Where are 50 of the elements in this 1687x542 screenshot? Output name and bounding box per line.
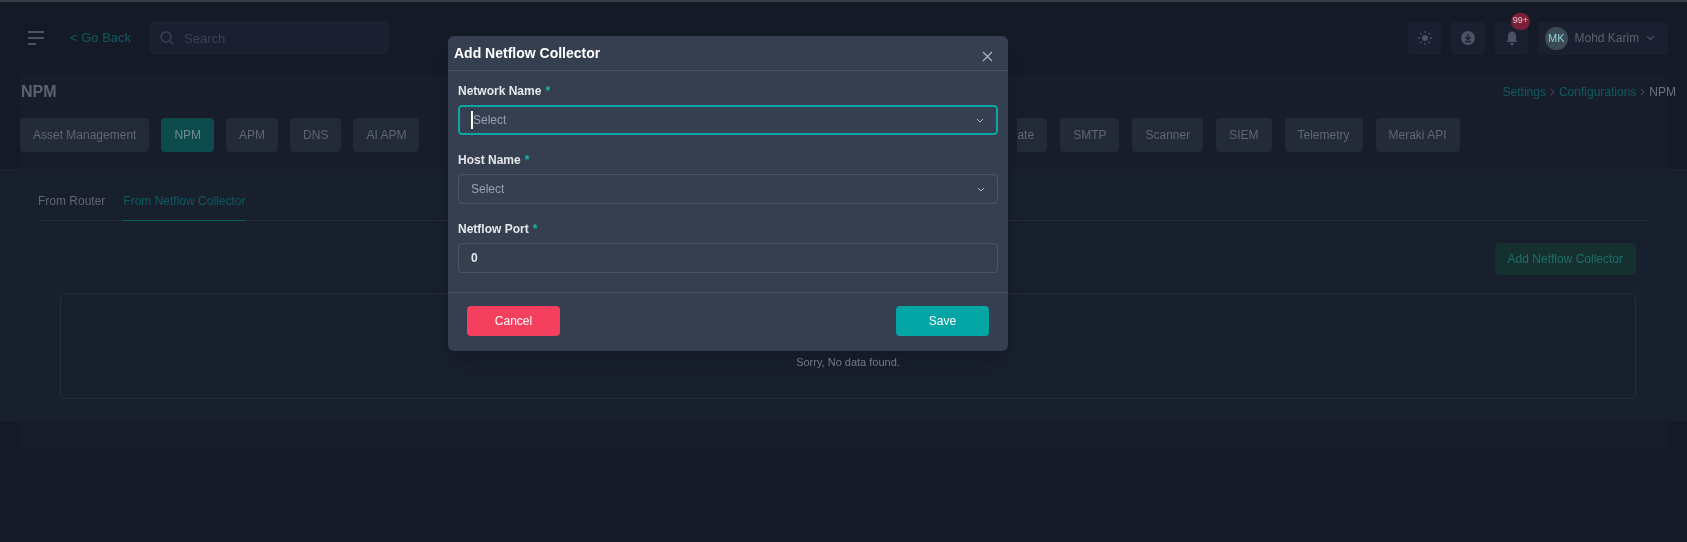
empty-message: Sorry, No data found. xyxy=(796,354,900,370)
notifications-button[interactable] xyxy=(1495,21,1528,55)
settings-tab[interactable]: Asset Management xyxy=(20,118,150,152)
input-field[interactable]: 0 xyxy=(458,243,998,273)
add-collector-button[interactable]: Add Netflow Collector xyxy=(1494,243,1636,275)
save-button[interactable]: Save xyxy=(896,306,989,336)
chevron-right-icon xyxy=(1640,88,1646,96)
search-icon xyxy=(160,31,175,45)
go-back-link[interactable]: < Go Back xyxy=(70,28,132,48)
required-mark: * xyxy=(532,221,538,234)
menu-icon[interactable] xyxy=(28,31,46,45)
select-field[interactable]: Select xyxy=(458,105,998,135)
notification-badge: 99+ xyxy=(1510,12,1530,30)
user-avatar: MK xyxy=(1545,26,1568,50)
download-button[interactable] xyxy=(1451,21,1485,55)
breadcrumb-link[interactable]: Configurations xyxy=(1558,83,1637,101)
settings-tab[interactable]: NPM xyxy=(161,118,215,152)
field-label: Netflow Port xyxy=(458,221,529,234)
breadcrumb-current: NPM xyxy=(1649,84,1676,101)
settings-tab[interactable]: Meraki API xyxy=(1375,118,1460,152)
settings-tab[interactable]: AI APM xyxy=(353,118,420,152)
chevron-down-icon xyxy=(977,186,985,192)
user-menu[interactable]: MK Mohd Karim xyxy=(1538,21,1668,55)
settings-tab[interactable]: Scanner xyxy=(1132,118,1204,152)
cancel-button[interactable]: Cancel xyxy=(467,306,560,336)
source-tab[interactable]: From Router xyxy=(38,192,106,220)
field-label: Host Name xyxy=(458,152,521,165)
close-button[interactable] xyxy=(982,50,994,62)
dialog-title: Add Netflow Collector xyxy=(454,43,601,63)
breadcrumb-link[interactable]: Settings xyxy=(1502,83,1546,101)
chevron-down-icon xyxy=(976,117,984,123)
required-mark: * xyxy=(545,83,551,96)
settings-tab[interactable]: SIEM xyxy=(1216,118,1272,152)
chevron-right-icon xyxy=(1549,88,1555,96)
required-mark: * xyxy=(524,152,530,165)
theme-button[interactable] xyxy=(1408,21,1441,55)
settings-tab[interactable]: DNS xyxy=(290,118,342,152)
settings-tab[interactable]: SMTP xyxy=(1060,118,1120,152)
download-icon xyxy=(1461,31,1475,45)
select-field[interactable]: Select xyxy=(458,174,998,204)
source-tab[interactable]: From Netflow Collector xyxy=(123,192,246,221)
page-title: NPM xyxy=(21,82,57,102)
bell-icon xyxy=(1504,30,1519,46)
sun-icon xyxy=(1417,31,1432,45)
user-name: Mohd Karim xyxy=(1574,30,1640,47)
field-label: Network Name xyxy=(458,83,542,96)
settings-tab[interactable]: Telemetry xyxy=(1284,118,1363,152)
settings-tab[interactable]: APM xyxy=(226,118,279,152)
chevron-down-icon xyxy=(1646,35,1655,41)
settings-tab[interactable]: ate xyxy=(1017,118,1048,152)
